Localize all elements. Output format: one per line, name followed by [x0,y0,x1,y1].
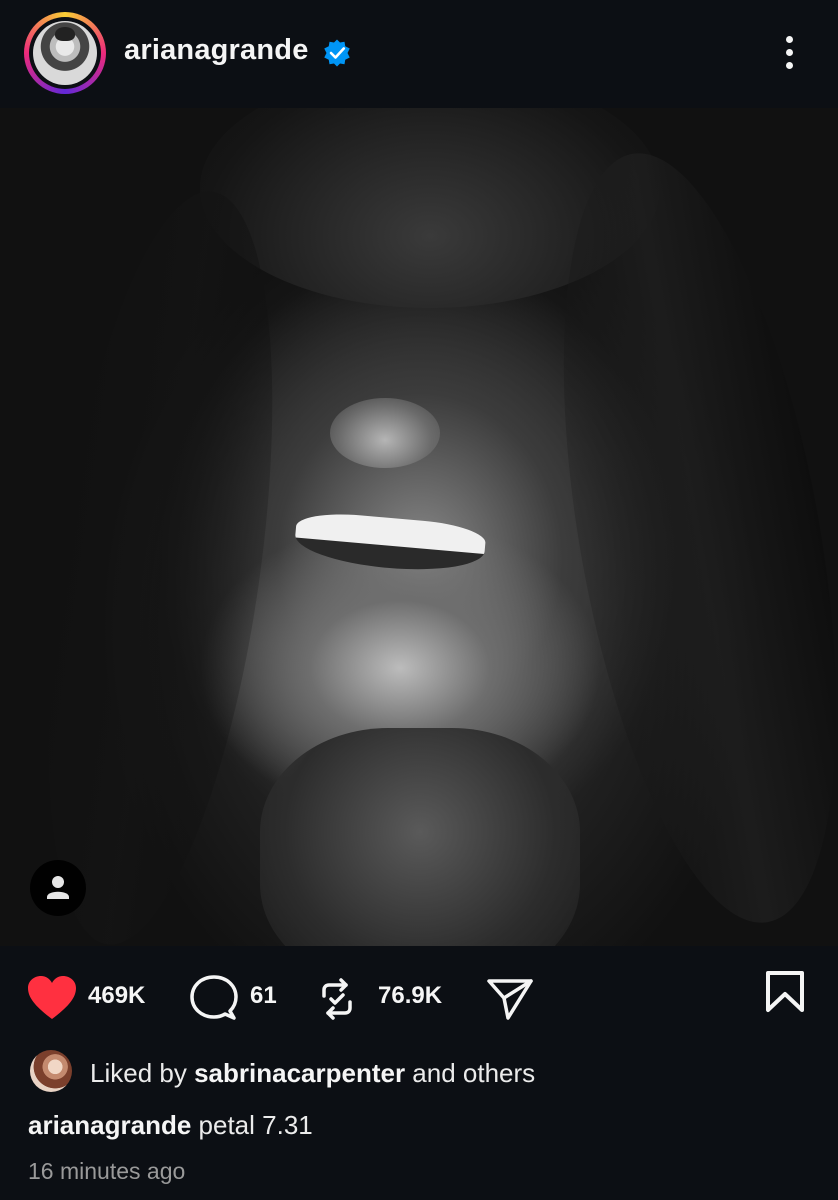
caption-username[interactable]: arianagrande [28,1110,191,1140]
reposts-count[interactable]: 76.9K [378,982,442,1010]
tagged-people-button[interactable] [30,860,86,916]
post-username[interactable]: arianagrande [124,34,309,67]
comments-count[interactable]: 61 [250,982,277,1010]
liked-by-username[interactable]: sabrinacarpenter [194,1058,405,1088]
post-caption: arianagrande petal 7.31 [28,1110,313,1141]
save-icon[interactable] [764,970,806,1014]
avatar-image [33,21,97,85]
post-photo[interactable] [0,108,838,946]
liked-by-text: Liked by sabrinacarpenter and others [90,1058,536,1088]
more-options-button[interactable] [776,32,804,72]
share-icon[interactable] [486,976,534,1022]
comment-icon[interactable] [190,974,238,1022]
liker-avatar [30,1050,72,1092]
profile-avatar[interactable] [24,12,106,94]
caption-text: petal 7.31 [198,1110,313,1140]
verified-badge-icon [324,39,350,67]
post-timestamp: 16 minutes ago [28,1158,186,1184]
post-header: arianagrande [0,0,838,108]
heart-icon[interactable] [26,974,78,1022]
action-bar: 469K 61 76.9K [0,946,838,1046]
person-icon [47,876,69,899]
likes-count[interactable]: 469K [88,982,145,1010]
liked-by-row[interactable]: Liked by sabrinacarpenter and others [30,1048,810,1096]
more-icon [786,36,793,43]
repost-icon[interactable] [314,976,360,1022]
